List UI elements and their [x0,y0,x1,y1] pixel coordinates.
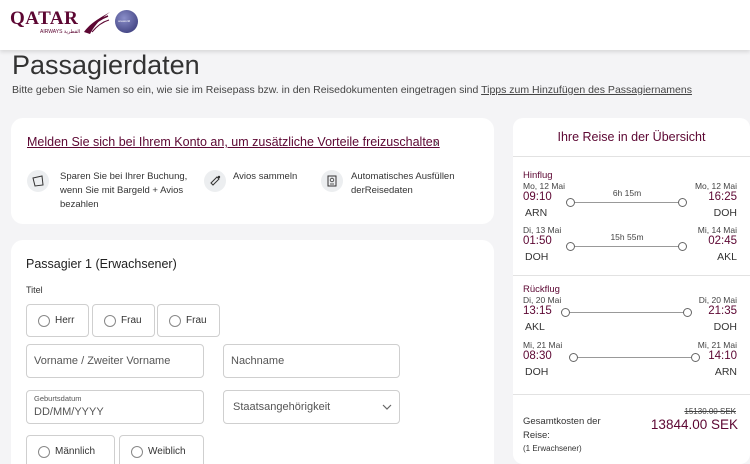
arrival-time: 21:35 [708,305,737,317]
departure-time: 09:10 [523,191,552,203]
departure-airport: DOH [525,251,549,263]
trip-summary-card: Ihre Reise in der Übersicht Hinflug Mo, … [513,118,750,464]
divider [513,156,750,157]
passenger-count: (1 Erwachsener) [523,444,582,453]
last-name-field[interactable] [223,344,400,378]
return-label: Rückflug [523,284,560,295]
logo-wordmark: QATAR [10,8,79,29]
login-card: Melden Sie sich bei Ihrem Konto an, um z… [11,118,494,224]
gender-option-male[interactable]: Männlich [26,435,115,464]
page-subtitle: Bitte geben Sie Namen so ein, wie sie im… [12,84,692,96]
arrival-date: Di, 20 Mai [698,295,737,305]
arrival-time: 14:10 [708,350,737,362]
benefit-text: Sparen Sie bei Ihrer Buchung, wenn Sie m… [60,171,188,210]
departure-time: 13:15 [523,305,552,317]
radio-icon [104,315,116,327]
destination-dot-icon [683,308,692,317]
divider [513,275,750,276]
outbound-label: Hinflug [523,170,553,181]
avios-icon [204,170,226,192]
title-option-herr[interactable]: Herr [26,304,89,337]
gender-option-female[interactable]: Weiblich [119,435,204,464]
radio-icon [131,446,143,458]
flight-segment: Mo, 12 Mai Mo, 12 Mai 09:10 16:25 ARN DO… [523,181,737,221]
radio-icon [38,315,50,327]
route-line [571,246,683,247]
first-name-field[interactable] [26,344,204,378]
divider [513,394,750,395]
radio-icon [169,315,181,327]
radio-label: Frau [121,315,142,326]
radio-label: Frau [186,315,207,326]
alliance-text: oneworld [118,19,131,23]
summary-title: Ihre Reise in der Übersicht [557,130,706,144]
wallet-icon [27,170,49,192]
benefit-text: Automatisches Ausfüllen derReisedaten [351,171,455,196]
nationality-select[interactable]: Staatsangehörigkeit [223,390,400,424]
origin-dot-icon [566,242,575,251]
passenger-title: Passagier 1 (Erwachsener) [26,257,177,271]
subtitle-text: Bitte geben Sie Namen so ein, wie sie im… [12,84,479,96]
qatar-airways-logo[interactable]: QATAR AIRWAYS القطرية [10,8,110,38]
radio-label: Männlich [55,446,96,457]
route-line [573,357,699,358]
passenger-card: Passagier 1 (Erwachsener) Titel Herr Fra… [11,240,494,464]
arrival-airport: AKL [717,251,737,263]
arrival-date: Mo, 12 Mai [694,181,737,191]
route-line [571,202,683,203]
departure-date: Mi, 21 Mai [523,340,563,350]
departure-airport: DOH [525,366,549,378]
page-title: Passagierdaten [12,50,200,80]
flight-segment: Mi, 21 Mai Mi, 21 Mai 08:30 14:10 DOH AR… [523,340,737,380]
route-line [563,312,689,313]
total-price: 13844.00 SEK [650,417,738,432]
original-price: 15130.00 SEK [684,407,736,416]
oneworld-logo: oneworld [115,10,138,33]
departure-date: Mo, 12 Mai [523,181,566,191]
chevron-down-icon [382,404,392,410]
radio-label: Herr [55,315,75,326]
flight-duration: 6h 15m [612,188,642,198]
destination-dot-icon [678,242,687,251]
tips-link[interactable]: Tipps zum Hinzufügen des Passagiernamens [481,84,692,96]
origin-dot-icon [561,308,570,317]
logo-subtext: AIRWAYS القطرية [40,29,81,35]
destination-dot-icon [691,353,700,362]
arrival-time: 02:45 [708,235,737,247]
arrival-airport: DOH [713,321,737,333]
arrival-airport: DOH [713,207,737,219]
first-name-input[interactable] [27,345,203,377]
flight-segment: Di, 13 Mai Mi, 14 Mai 01:50 02:45 DOH AK… [523,225,737,265]
birthdate-input[interactable] [27,391,203,423]
departure-airport: AKL [525,321,545,333]
title-option-frau-2[interactable]: Frau [157,304,220,337]
radio-icon [38,446,50,458]
origin-dot-icon [569,353,578,362]
nationality-placeholder: Staatsangehörigkeit [233,401,331,413]
oryx-icon [84,12,110,34]
flight-duration: 15h 55m [610,232,644,242]
arrival-time: 16:25 [708,191,737,203]
flight-segment: Di, 20 Mai Di, 20 Mai 13:15 21:35 AKL DO… [523,295,737,335]
departure-airport: ARN [525,207,548,219]
login-link[interactable]: Melden Sie sich bei Ihrem Konto an, um z… [27,135,440,149]
arrival-date: Mi, 14 Mai [697,225,737,235]
title-label: Titel [26,285,43,295]
origin-dot-icon [566,198,575,207]
arrival-date: Mi, 21 Mai [697,340,737,350]
radio-label: Weiblich [148,446,186,457]
chevron-right-icon[interactable]: › [434,135,438,150]
top-bar: QATAR AIRWAYS القطرية oneworld [0,0,750,50]
total-cost-label: Gesamtkosten der Reise: [523,416,601,441]
passport-icon [321,170,343,192]
last-name-input[interactable] [224,345,399,377]
birthdate-field[interactable]: Geburtsdatum [26,390,204,424]
title-option-frau[interactable]: Frau [92,304,155,337]
departure-time: 01:50 [523,235,552,247]
arrival-airport: ARN [714,366,737,378]
departure-date: Di, 13 Mai [523,225,562,235]
departure-time: 08:30 [523,350,552,362]
departure-date: Di, 20 Mai [523,295,562,305]
destination-dot-icon [678,198,687,207]
